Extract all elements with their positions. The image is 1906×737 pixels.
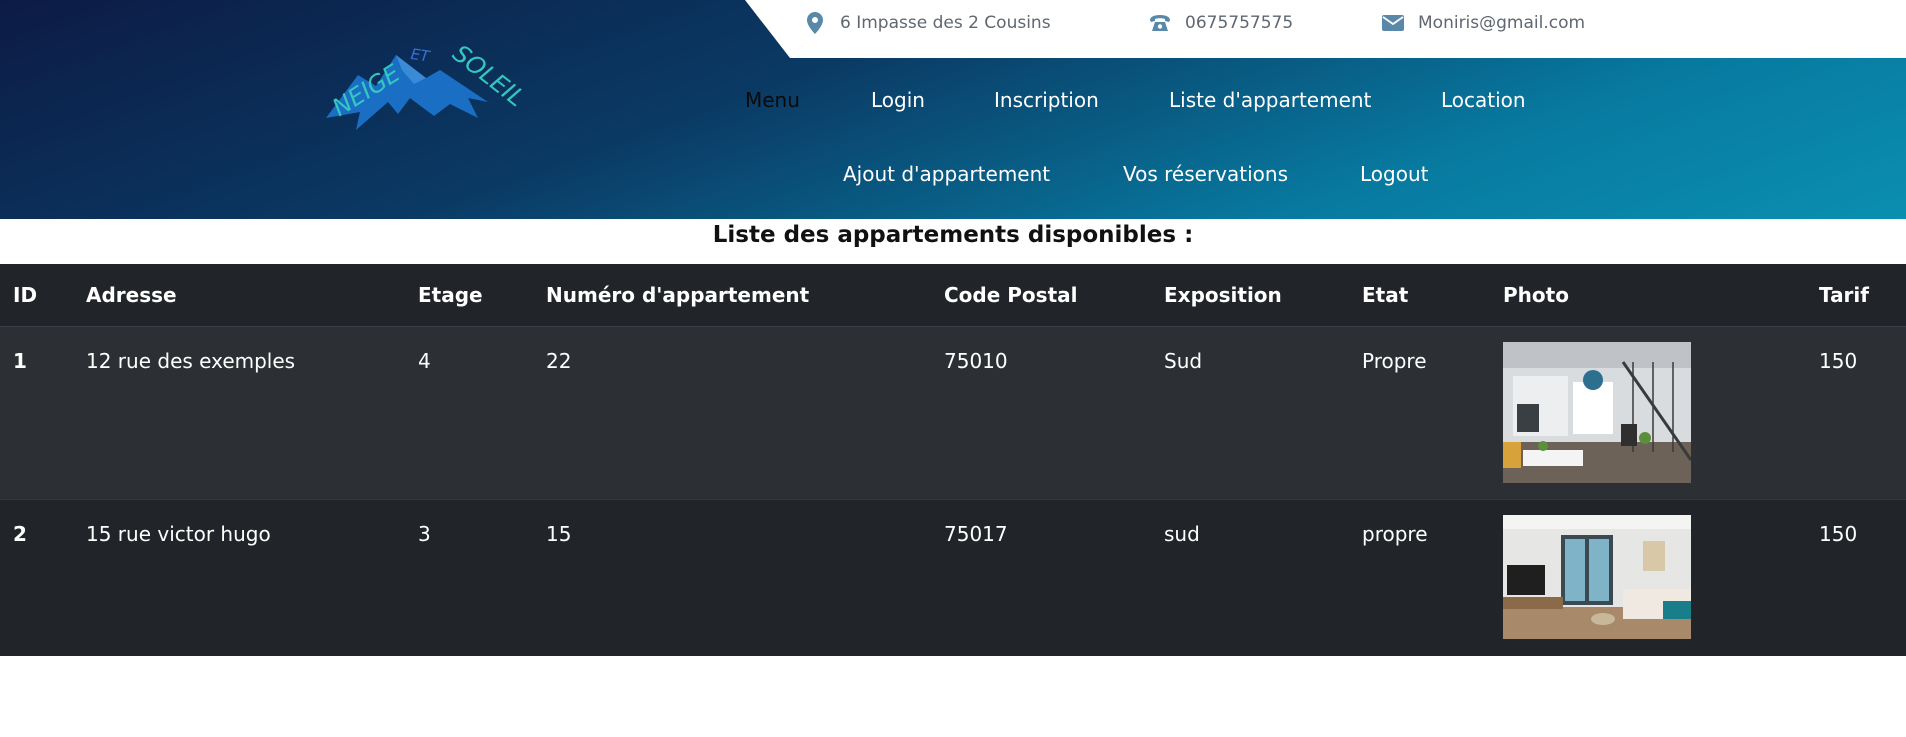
column-header: Etage [418,282,483,307]
apartments-table: ID Adresse Etage Numéro d'appartement Co… [0,264,1906,655]
column-header: Code Postal [944,282,1078,307]
site-header: NEIGE ET SOLEIL 6 Impasse des 2 Cousins … [0,0,1906,219]
map-marker-icon [804,12,826,34]
envelope-icon [1382,12,1404,34]
cell-id: 1 [13,348,27,373]
nav-vos-reservations[interactable]: Vos réservations [1123,162,1288,186]
column-header: Exposition [1164,282,1282,307]
column-header: Photo [1503,282,1569,307]
nav-menu[interactable]: Menu [745,88,800,112]
cell-code-postal: 75010 [944,348,1008,373]
apartments-table-container: ID Adresse Etage Numéro d'appartement Co… [0,264,1906,656]
nav-logout[interactable]: Logout [1360,162,1428,186]
cell-tarif: 150 [1819,348,1858,373]
cell-numero: 15 [546,521,572,546]
column-header: Numéro d'appartement [546,282,810,307]
cell-id: 2 [13,521,27,546]
cell-etage: 3 [418,521,431,546]
contact-phone: 0675757575 [1149,0,1293,46]
phone-text: 0675757575 [1185,13,1294,33]
contact-email: Moniris@gmail.com [1382,0,1585,46]
column-header: Tarif [1819,282,1869,307]
column-header: Adresse [86,282,177,307]
apartment-photo [1503,341,1691,483]
cell-etat: propre [1362,521,1428,546]
cell-exposition: Sud [1164,348,1203,373]
nav-location[interactable]: Location [1441,88,1526,112]
cell-etage: 4 [418,348,431,373]
contact-address: 6 Impasse des 2 Cousins [804,0,1051,46]
nav-liste-appartement[interactable]: Liste d'appartement [1169,88,1371,112]
cell-etat: Propre [1362,348,1427,373]
nav-login[interactable]: Login [871,88,925,112]
cell-photo [1490,326,1806,499]
cell-exposition: sud [1164,521,1200,546]
page-title: Liste des appartements disponibles : [712,222,1194,248]
column-header: ID [13,282,38,307]
nav-inscription[interactable]: Inscription [994,88,1099,112]
table-row: 1 12 rue des exemples 4 22 75010 Sud Pro… [0,326,1906,499]
cell-tarif: 150 [1819,521,1858,546]
column-header: Etat [1362,282,1409,307]
phone-icon [1149,12,1171,34]
cell-numero: 22 [546,348,572,373]
cell-code-postal: 75017 [944,521,1008,546]
table-header-row: ID Adresse Etage Numéro d'appartement Co… [0,264,1906,326]
neige-et-soleil-logo[interactable]: NEIGE ET SOLEIL [318,30,530,134]
table-row: 2 15 rue victor hugo 3 15 75017 sud prop… [0,499,1906,655]
address-text: 6 Impasse des 2 Cousins [840,13,1051,33]
nav-ajout-appartement[interactable]: Ajout d'appartement [843,162,1050,186]
logo-lettering-et: ET [410,45,433,66]
cell-photo [1490,499,1806,655]
cell-adresse: 15 rue victor hugo [86,521,271,546]
apartment-photo [1503,514,1691,639]
cell-adresse: 12 rue des exemples [86,348,296,373]
email-text: Moniris@gmail.com [1418,13,1586,33]
